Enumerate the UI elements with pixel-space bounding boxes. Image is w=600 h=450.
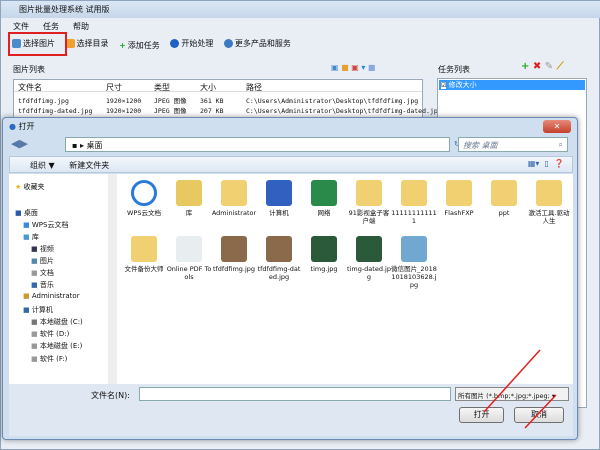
- arrow: [483, 349, 541, 413]
- annotation-arrows: [483, 349, 557, 429]
- arrow: [524, 394, 557, 429]
